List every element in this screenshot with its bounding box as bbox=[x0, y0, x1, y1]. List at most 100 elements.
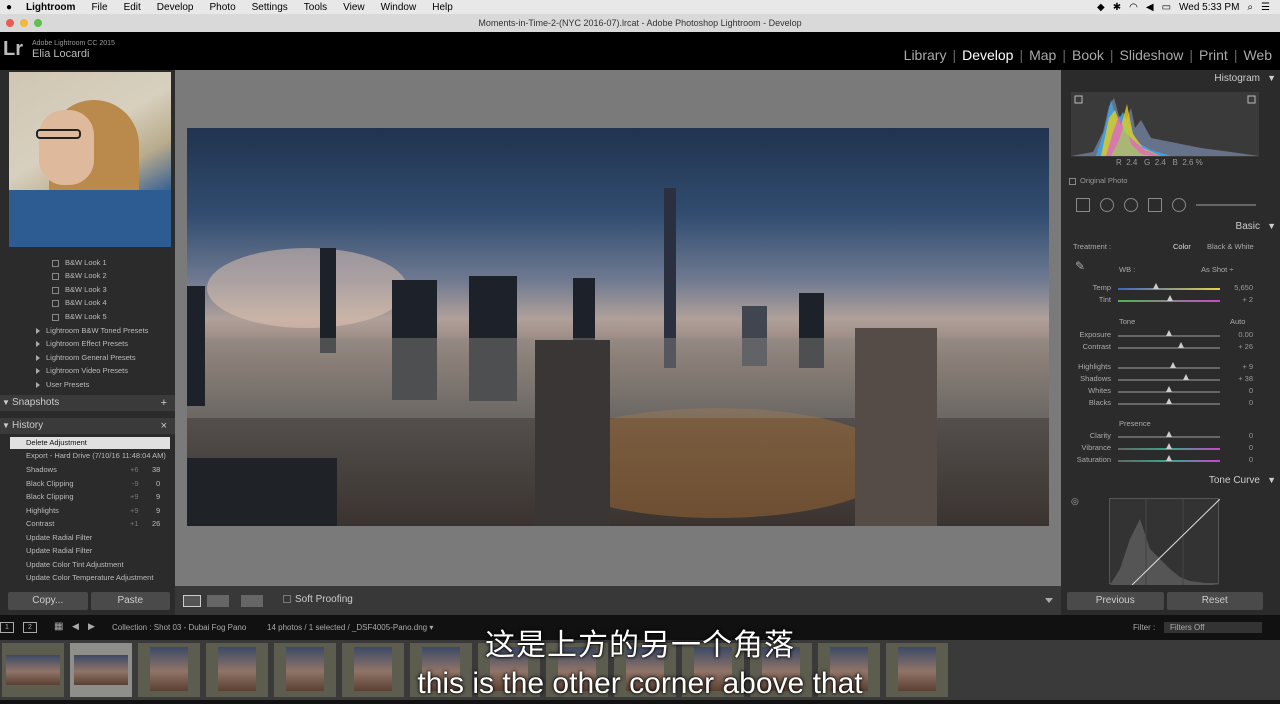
treatment-bw-button[interactable]: Black & White bbox=[1207, 242, 1254, 251]
before-after-view-button[interactable] bbox=[207, 595, 229, 607]
filmstrip-thumbnail[interactable] bbox=[886, 643, 948, 697]
preset-bw-look-4[interactable]: B&W Look 4 bbox=[52, 298, 107, 307]
preset-bw-look-2[interactable]: B&W Look 2 bbox=[52, 271, 107, 280]
menu-edit[interactable]: Edit bbox=[116, 2, 149, 13]
menu-tools[interactable]: Tools bbox=[296, 2, 335, 13]
eyedropper-icon[interactable]: ✎ bbox=[1075, 259, 1085, 273]
basic-panel-header[interactable]: Basic ▼ bbox=[1061, 221, 1280, 232]
exposure-slider-knob[interactable] bbox=[1166, 330, 1172, 336]
filmstrip-thumbnail[interactable] bbox=[342, 643, 404, 697]
exposure-value[interactable]: 0.00 bbox=[1223, 330, 1253, 339]
module-web[interactable]: Web bbox=[1237, 47, 1278, 63]
shadows-value[interactable]: + 38 bbox=[1223, 374, 1253, 383]
apple-icon[interactable]: ● bbox=[0, 2, 18, 13]
minimize-window-button[interactable] bbox=[20, 19, 28, 27]
tint-slider-knob[interactable] bbox=[1167, 295, 1173, 301]
preset-folder-bw-toned[interactable]: Lightroom B&W Toned Presets bbox=[36, 326, 148, 335]
collection-path[interactable]: Collection : Shot 03 - Dubai Fog Pano bbox=[112, 623, 246, 632]
vibrance-value[interactable]: 0 bbox=[1223, 443, 1253, 452]
preset-folder-user[interactable]: User Presets bbox=[36, 380, 89, 389]
snapshots-panel-header[interactable]: ▼ Snapshots + bbox=[0, 395, 175, 411]
battery-icon[interactable]: ▭ bbox=[1162, 2, 1171, 13]
filter-select[interactable]: Filters Off bbox=[1164, 622, 1262, 633]
saturation-slider-knob[interactable] bbox=[1166, 455, 1172, 461]
tone-curve-panel-header[interactable]: Tone Curve ▼ bbox=[1061, 475, 1280, 486]
preset-folder-video[interactable]: Lightroom Video Presets bbox=[36, 366, 128, 375]
history-item[interactable]: Delete Adjustment bbox=[10, 437, 170, 449]
graduated-filter-icon[interactable] bbox=[1148, 198, 1162, 212]
blacks-slider-knob[interactable] bbox=[1166, 398, 1172, 404]
preset-bw-look-1[interactable]: B&W Look 1 bbox=[52, 258, 107, 267]
highlights-slider[interactable] bbox=[1118, 367, 1220, 369]
filmstrip-thumbnail[interactable] bbox=[750, 643, 812, 697]
search-icon[interactable]: ⌕ bbox=[1247, 2, 1253, 13]
contrast-value[interactable]: + 26 bbox=[1223, 342, 1253, 351]
yy-view-button[interactable] bbox=[241, 595, 263, 607]
grid-icon[interactable]: ▦ bbox=[54, 621, 63, 632]
highlights-value[interactable]: + 9 bbox=[1223, 362, 1253, 371]
history-item[interactable]: Black Clipping +9 9 bbox=[26, 492, 186, 501]
shadows-slider-knob[interactable] bbox=[1183, 374, 1189, 380]
menu-help[interactable]: Help bbox=[424, 2, 461, 13]
tone-curve-graph[interactable] bbox=[1109, 498, 1221, 586]
target-adjust-icon[interactable]: ◎ bbox=[1071, 496, 1079, 507]
menu-window[interactable]: Window bbox=[373, 2, 425, 13]
preset-bw-look-5[interactable]: B&W Look 5 bbox=[52, 312, 107, 321]
add-snapshot-button[interactable]: + bbox=[161, 395, 167, 411]
history-item[interactable]: Shadows +6 38 bbox=[26, 465, 186, 474]
treatment-color-button[interactable]: Color bbox=[1173, 242, 1191, 251]
menu-photo[interactable]: Photo bbox=[202, 2, 244, 13]
photo-count[interactable]: 14 photos / 1 selected / _DSF4005-Pano.d… bbox=[267, 623, 433, 632]
filmstrip-thumbnail[interactable] bbox=[70, 643, 132, 697]
preset-bw-look-3[interactable]: B&W Look 3 bbox=[52, 285, 107, 294]
auto-tone-button[interactable]: Auto bbox=[1230, 317, 1245, 326]
loupe-view-button[interactable] bbox=[183, 595, 201, 607]
whites-slider-knob[interactable] bbox=[1166, 386, 1172, 392]
tint-value[interactable]: + 2 bbox=[1223, 295, 1253, 304]
temp-slider[interactable] bbox=[1118, 288, 1220, 290]
filmstrip-thumbnail[interactable] bbox=[206, 643, 268, 697]
red-eye-icon[interactable] bbox=[1124, 198, 1138, 212]
filmstrip-thumbnail[interactable] bbox=[546, 643, 608, 697]
secondary-window-button[interactable]: 2 bbox=[23, 622, 37, 633]
menu-develop[interactable]: Develop bbox=[149, 2, 202, 13]
module-map[interactable]: Map bbox=[1023, 47, 1062, 63]
preset-folder-effect[interactable]: Lightroom Effect Presets bbox=[36, 339, 128, 348]
original-photo-toggle[interactable]: Original Photo bbox=[1069, 176, 1128, 185]
filmstrip-thumbnail[interactable] bbox=[818, 643, 880, 697]
whites-value[interactable]: 0 bbox=[1223, 386, 1253, 395]
brush-slider[interactable] bbox=[1196, 204, 1256, 206]
filmstrip-thumbnail[interactable] bbox=[614, 643, 676, 697]
menu-file[interactable]: File bbox=[83, 2, 115, 13]
filmstrip-thumbnail[interactable] bbox=[682, 643, 744, 697]
history-panel-header[interactable]: ▼ History × bbox=[0, 418, 175, 434]
filmstrip-thumbnail[interactable] bbox=[138, 643, 200, 697]
bluetooth-icon[interactable]: ✱ bbox=[1113, 2, 1121, 13]
history-item[interactable]: Update Radial Filter bbox=[26, 533, 186, 542]
temp-slider-knob[interactable] bbox=[1153, 283, 1159, 289]
crop-tool-icon[interactable] bbox=[1076, 198, 1090, 212]
history-item[interactable]: Contrast +1 26 bbox=[26, 519, 186, 528]
clarity-slider-knob[interactable] bbox=[1166, 431, 1172, 437]
saturation-value[interactable]: 0 bbox=[1223, 455, 1253, 464]
paste-button[interactable]: Paste bbox=[90, 592, 170, 610]
close-window-button[interactable] bbox=[6, 19, 14, 27]
clear-history-button[interactable]: × bbox=[161, 418, 167, 434]
image-canvas[interactable] bbox=[175, 70, 1061, 615]
primary-window-button[interactable]: 1 bbox=[0, 622, 14, 633]
highlights-slider-knob[interactable] bbox=[1170, 362, 1176, 368]
list-icon[interactable]: ☰ bbox=[1261, 2, 1270, 13]
filmstrip-thumbnail[interactable] bbox=[410, 643, 472, 697]
contrast-slider-knob[interactable] bbox=[1178, 342, 1184, 348]
module-develop[interactable]: Develop bbox=[956, 47, 1019, 63]
shadows-slider[interactable] bbox=[1118, 379, 1220, 381]
module-print[interactable]: Print bbox=[1193, 47, 1234, 63]
back-arrow-icon[interactable]: ◀ bbox=[72, 621, 79, 632]
history-item[interactable]: Update Color Temperature Adjustment bbox=[26, 573, 186, 582]
temp-value[interactable]: 5,650 bbox=[1223, 283, 1253, 292]
previous-button[interactable]: Previous bbox=[1067, 592, 1164, 610]
filmstrip-thumbnail[interactable] bbox=[274, 643, 336, 697]
preset-folder-general[interactable]: Lightroom General Presets bbox=[36, 353, 136, 362]
forward-arrow-icon[interactable]: ▶ bbox=[88, 621, 95, 632]
zoom-window-button[interactable] bbox=[34, 19, 42, 27]
